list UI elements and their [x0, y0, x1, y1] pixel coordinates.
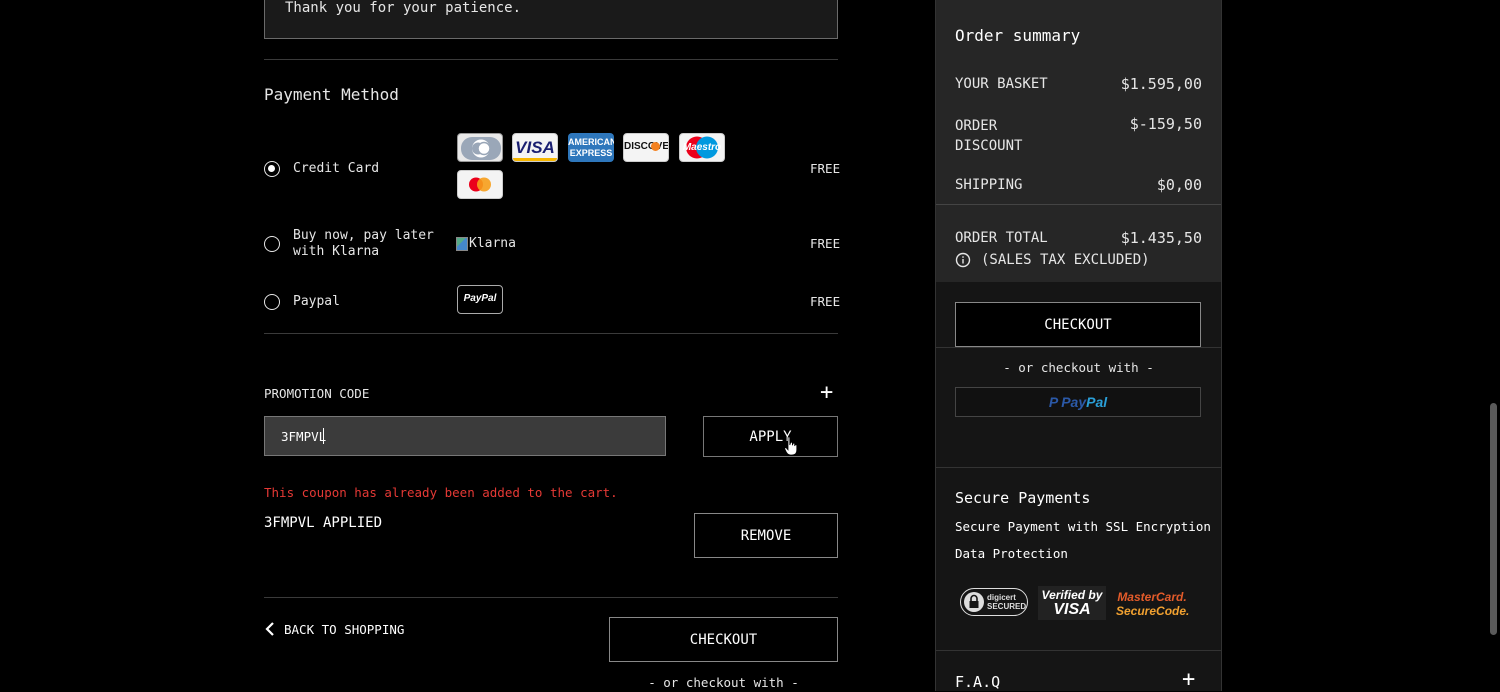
- paypal-card-icon: PayPal: [457, 285, 503, 314]
- visa-icon: VISA: [512, 133, 558, 162]
- maestro-icon: Maestro: [679, 133, 725, 162]
- credit-card-radio[interactable]: [264, 161, 280, 177]
- diners-club-icon: [457, 133, 503, 162]
- klarna-label[interactable]: Buy now, pay later with Klarna: [293, 228, 434, 260]
- discount-label: ORDER DISCOUNT: [955, 118, 1023, 154]
- apply-button[interactable]: APPLY: [703, 416, 838, 457]
- shipping-value: $0,00: [1156, 176, 1202, 194]
- shipping-label: SHIPPING: [955, 177, 1023, 193]
- discover-icon: DISCOVER: [623, 133, 669, 162]
- divider: [936, 467, 1221, 468]
- ssl-encryption-text: Secure Payment with SSL Encryption: [955, 519, 1211, 534]
- secure-payments-title: Secure Payments: [955, 489, 1091, 507]
- total-label: ORDER TOTAL: [955, 230, 1048, 246]
- back-to-shopping-link[interactable]: BACK TO SHOPPING: [264, 621, 404, 637]
- coupon-applied-text: 3FMPVL APPLIED: [264, 515, 383, 531]
- order-summary-sidebar: Order summary YOUR BASKET $1.595,00 ORDE…: [935, 0, 1222, 692]
- klarna-radio[interactable]: [264, 236, 280, 252]
- data-protection-text: Data Protection: [955, 546, 1068, 561]
- or-checkout-with-main: - or checkout with -: [648, 675, 799, 690]
- mastercard-icon: [457, 170, 503, 199]
- scrollbar-thumb[interactable]: [1490, 403, 1497, 635]
- divider: [264, 59, 838, 60]
- coupon-error-message: This coupon has already been added to th…: [264, 485, 618, 500]
- faq-title[interactable]: F.A.Q: [955, 673, 1000, 691]
- text-cursor: [323, 428, 324, 444]
- broken-image-icon: [456, 237, 468, 251]
- divider: [264, 597, 838, 598]
- notice-box: Thank you for your patience.: [264, 0, 838, 39]
- divider: [936, 204, 1221, 205]
- or-checkout-with-sidebar: - or checkout with -: [1003, 360, 1154, 375]
- credit-card-price: FREE: [810, 161, 841, 176]
- basket-label: YOUR BASKET: [955, 76, 1048, 92]
- promotion-code-label: PROMOTION CODE: [264, 386, 370, 401]
- lock-icon: [964, 592, 984, 612]
- basket-value: $1.595,00: [1120, 75, 1202, 93]
- payment-method-title: Payment Method: [264, 85, 399, 104]
- promo-code-input[interactable]: 3FMPVL: [264, 416, 666, 456]
- order-summary-title: Order summary: [955, 26, 1081, 45]
- total-value: $1.435,50: [1120, 229, 1202, 247]
- tax-note: (SALES TAX EXCLUDED): [981, 252, 1150, 268]
- order-summary-panel: Order summary YOUR BASKET $1.595,00 ORDE…: [936, 0, 1221, 282]
- promotion-toggle-icon[interactable]: +: [820, 381, 833, 405]
- divider: [936, 347, 1221, 348]
- mastercard-securecode-badge: MasterCard. SecureCode.: [1116, 590, 1190, 618]
- klarna-price: FREE: [810, 236, 841, 251]
- paypal-label[interactable]: Paypal: [293, 294, 340, 310]
- hand-cursor-icon: [784, 436, 798, 456]
- remove-coupon-button[interactable]: REMOVE: [694, 513, 838, 558]
- paypal-price: FREE: [810, 294, 841, 309]
- chevron-left-icon: [265, 622, 274, 636]
- checkout-button-main[interactable]: CHECKOUT: [609, 617, 838, 662]
- klarna-logo: Klarna: [456, 236, 516, 252]
- info-icon[interactable]: [955, 252, 971, 268]
- credit-card-label[interactable]: Credit Card: [293, 161, 379, 177]
- paypal-icon: P: [1048, 394, 1059, 410]
- paypal-radio[interactable]: [264, 294, 280, 310]
- amex-icon: AMERICAN EXPRESS: [568, 133, 614, 162]
- discount-value: $-159,50: [1129, 115, 1202, 133]
- faq-toggle-icon[interactable]: +: [1182, 668, 1195, 692]
- checkout-button-sidebar[interactable]: CHECKOUT: [955, 302, 1201, 347]
- notice-text: Thank you for your patience.: [285, 0, 522, 16]
- divider: [264, 333, 838, 334]
- paypal-checkout-button[interactable]: P Pay Pal: [955, 387, 1201, 417]
- verified-by-visa-badge: Verified by VISA: [1038, 586, 1106, 620]
- promo-code-value: 3FMPVL: [281, 429, 327, 444]
- digicert-badge: digicert SECURED: [960, 588, 1028, 616]
- divider: [936, 650, 1221, 651]
